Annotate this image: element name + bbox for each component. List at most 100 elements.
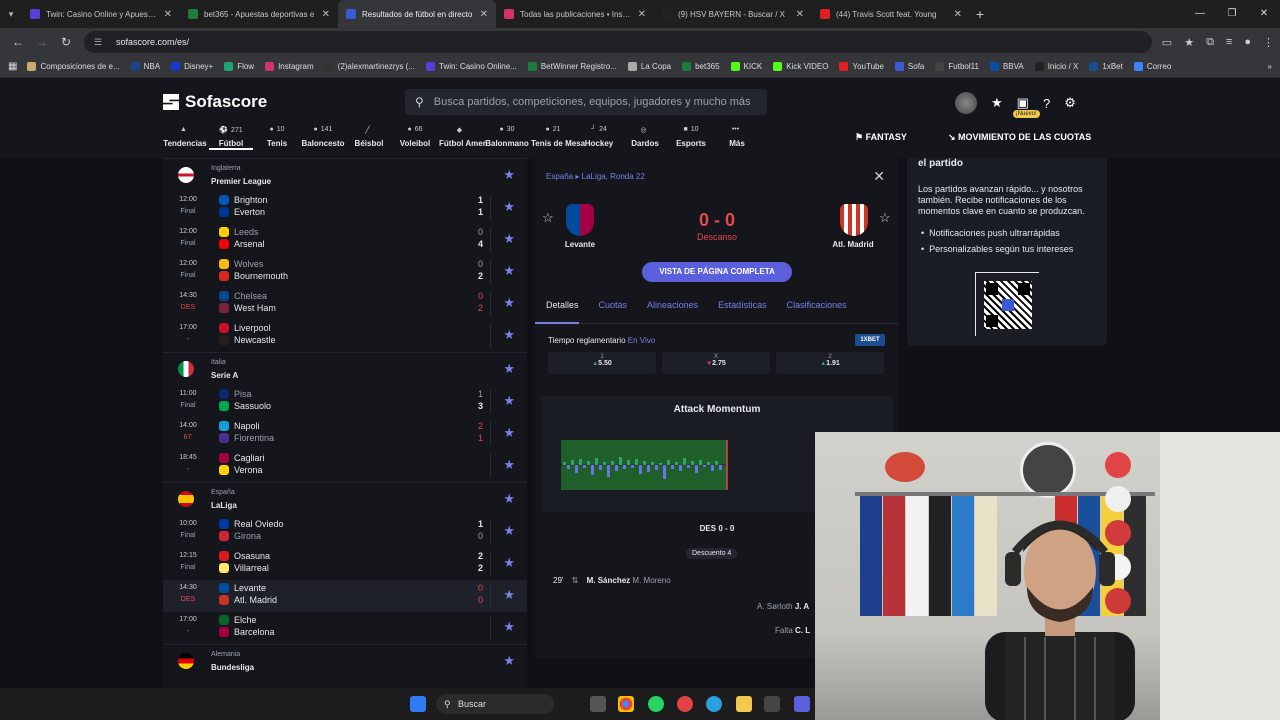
match-row[interactable]: 18:45 - Cagliari Verona ★ xyxy=(163,450,527,482)
whatsapp-icon[interactable] xyxy=(648,696,664,712)
league-header[interactable]: Inglaterra Premier League ★ xyxy=(163,158,527,192)
sport-tab[interactable]: ◆ Fútbol Amer. xyxy=(439,126,488,150)
sport-tab[interactable]: ● 141 Baloncesto xyxy=(301,126,345,150)
atletico-crest[interactable] xyxy=(840,204,868,236)
sport-tab[interactable]: ● 66 Voleibol xyxy=(393,126,437,150)
browser-tab[interactable]: Twin: Casino Online y Apuestas ✕ xyxy=(22,0,180,28)
taskbar-search[interactable]: ⚲ Buscar xyxy=(436,694,554,714)
bookmark-item[interactable]: BetWinner Registro... xyxy=(527,62,617,71)
cast-icon[interactable]: ▭ xyxy=(1162,36,1172,49)
event-row-3[interactable]: Falta C. L xyxy=(775,626,810,635)
levante-crest[interactable] xyxy=(566,204,594,236)
sport-tab[interactable]: ••• Más xyxy=(715,126,759,150)
league-header[interactable]: Alemania Bundesliga ★ xyxy=(163,644,527,678)
detail-tab[interactable]: Cuotas xyxy=(588,298,628,324)
forward-button[interactable]: → xyxy=(30,35,54,49)
favorite-star-icon[interactable]: ★ xyxy=(503,327,515,343)
bookmark-item[interactable]: BBVA xyxy=(989,62,1024,71)
fantasy-link[interactable]: ⚑ FANTASY xyxy=(855,132,907,143)
telegram-icon[interactable] xyxy=(706,696,722,712)
sport-tab[interactable]: ┘ 24 Hockey xyxy=(577,126,621,150)
away-favorite-star-icon[interactable]: ☆ xyxy=(879,210,891,226)
tab-close-icon[interactable]: ✕ xyxy=(954,9,962,20)
app-icon-3[interactable] xyxy=(794,696,810,712)
windows-start-icon[interactable] xyxy=(410,696,426,712)
site-info-icon[interactable]: ☰ xyxy=(94,37,108,47)
favorite-star-icon[interactable]: ★ xyxy=(503,361,515,377)
bookmark-item[interactable]: bet365 xyxy=(682,62,720,71)
tab-close-icon[interactable]: ✕ xyxy=(480,9,488,20)
away-team-name[interactable]: Atl. Madrid xyxy=(813,240,893,249)
back-button[interactable]: ← xyxy=(6,35,30,49)
match-row[interactable]: 17:00 - Liverpool Newcastle ★ xyxy=(163,320,527,352)
bookmark-item[interactable]: Composiciones de e... xyxy=(27,62,120,71)
browser-tab[interactable]: (44) Travis Scott feat. Young ✕ xyxy=(812,0,970,28)
event-row-1[interactable]: 29' ⇅ M. Sánchez M. Moreno xyxy=(553,576,671,585)
favorite-star-icon[interactable]: ★ xyxy=(503,653,515,669)
sport-tab[interactable]: ⚽ 271 Fútbol xyxy=(209,126,253,150)
app-icon-2[interactable] xyxy=(764,696,780,712)
bookmark-item[interactable]: Twin: Casino Online... xyxy=(426,62,517,71)
browser-tab[interactable]: Todas las publicaciones • Instag ✕ xyxy=(496,0,654,28)
sport-tab[interactable]: ● 30 Balonmano xyxy=(485,126,529,150)
favorite-star-icon[interactable]: ★ xyxy=(503,295,515,311)
bookmark-item[interactable]: Instagram xyxy=(265,62,314,71)
favorite-star-icon[interactable]: ★ xyxy=(503,231,515,247)
bookmark-item[interactable]: La Copa xyxy=(627,62,671,71)
league-header[interactable]: Italia Serie A ★ xyxy=(163,352,527,386)
match-row[interactable]: 14:30 DES Chelsea West Ham 0 2 ★ xyxy=(163,288,527,320)
favorite-star-icon[interactable]: ★ xyxy=(503,263,515,279)
breadcrumb-round[interactable]: LaLiga, Ronda 22 xyxy=(582,172,645,181)
home-team-name[interactable]: Levante xyxy=(540,240,620,249)
sport-tab[interactable]: ╱ Béisbol xyxy=(347,126,391,150)
league-header[interactable]: España LaLiga ★ xyxy=(163,482,527,516)
tab-close-icon[interactable]: ✕ xyxy=(796,9,804,20)
settings-gear-icon[interactable]: ⚙ xyxy=(1064,95,1076,111)
detail-tab[interactable]: Estadísticas xyxy=(707,298,767,324)
new-tab-button[interactable]: + xyxy=(970,6,990,22)
tv-icon[interactable]: ▣ ¡Nuevo! xyxy=(1012,95,1040,118)
close-window-button[interactable]: ✕ xyxy=(1248,0,1280,28)
odds-movement-link[interactable]: ↘ MOVIMIENTO DE LAS CUOTAS xyxy=(948,132,1091,143)
home-favorite-star-icon[interactable]: ☆ xyxy=(542,210,554,226)
bookmark-item[interactable]: Correo xyxy=(1133,62,1171,71)
media-icon[interactable]: ≡ xyxy=(1226,36,1232,49)
favorite-star-icon[interactable]: ★ xyxy=(503,523,515,539)
favorite-star-icon[interactable]: ★ xyxy=(503,457,515,473)
bookmark-item[interactable]: NBA xyxy=(130,62,160,71)
favorites-star-icon[interactable]: ★ xyxy=(991,95,1003,111)
help-icon[interactable]: ? xyxy=(1043,96,1050,111)
bookmarks-overflow-icon[interactable]: » xyxy=(1268,62,1272,71)
favorite-star-icon[interactable]: ★ xyxy=(503,619,515,635)
match-row[interactable]: 12:00 Final Wolves Bournemouth 0 2 ★ xyxy=(163,256,527,288)
favorite-star-icon[interactable]: ★ xyxy=(503,491,515,507)
favorite-star-icon[interactable]: ★ xyxy=(503,167,515,183)
match-row[interactable]: 12:15 Final Osasuna Villarreal 2 2 ★ xyxy=(163,548,527,580)
chrome-icon[interactable] xyxy=(618,696,634,712)
task-view-icon[interactable] xyxy=(590,696,606,712)
detail-tab[interactable]: Clasificaciones xyxy=(776,298,847,324)
favorite-star-icon[interactable]: ★ xyxy=(503,587,515,603)
sport-tab[interactable]: ● 21 Tenis de Mesa xyxy=(531,126,585,150)
bookmaker-logo[interactable]: 1XBET xyxy=(855,334,885,346)
favorite-star-icon[interactable]: ★ xyxy=(503,555,515,571)
bookmark-star-icon[interactable]: ★ xyxy=(1184,36,1194,49)
browser-tab[interactable]: bet365 - Apuestas deportivas e ✕ xyxy=(180,0,338,28)
match-row[interactable]: 14:00 67' Napoli Fiorentina 2 1 ★ xyxy=(163,418,527,450)
browser-tab[interactable]: Resultados de fútbol en directo ✕ xyxy=(338,0,496,28)
search-input[interactable]: ⚲ Busca partidos, competiciones, equipos… xyxy=(405,89,767,115)
tab-close-icon[interactable]: ✕ xyxy=(164,9,172,20)
file-explorer-icon[interactable] xyxy=(736,696,752,712)
match-row[interactable]: 14:30 DES Levante Atl. Madrid 0 0 ★ xyxy=(163,580,527,612)
minimize-button[interactable]: — xyxy=(1184,0,1216,28)
browser-tab[interactable]: (9) HSV BAYERN - Buscar / X ✕ xyxy=(654,0,812,28)
qr-code[interactable] xyxy=(975,272,1039,336)
tab-close-icon[interactable]: ✕ xyxy=(322,9,330,20)
bookmark-item[interactable]: Disney+ xyxy=(171,62,213,71)
url-field[interactable]: ☰ sofascore.com/es/ xyxy=(84,31,1152,53)
event-row-2[interactable]: A. Sørloth J. A xyxy=(757,602,809,611)
sport-tab[interactable]: ● 10 Tenis xyxy=(255,126,299,150)
bookmark-item[interactable]: KICK xyxy=(730,62,762,71)
favorite-star-icon[interactable]: ★ xyxy=(503,199,515,215)
odds-button[interactable]: 2 ▲1.91 xyxy=(776,352,884,374)
